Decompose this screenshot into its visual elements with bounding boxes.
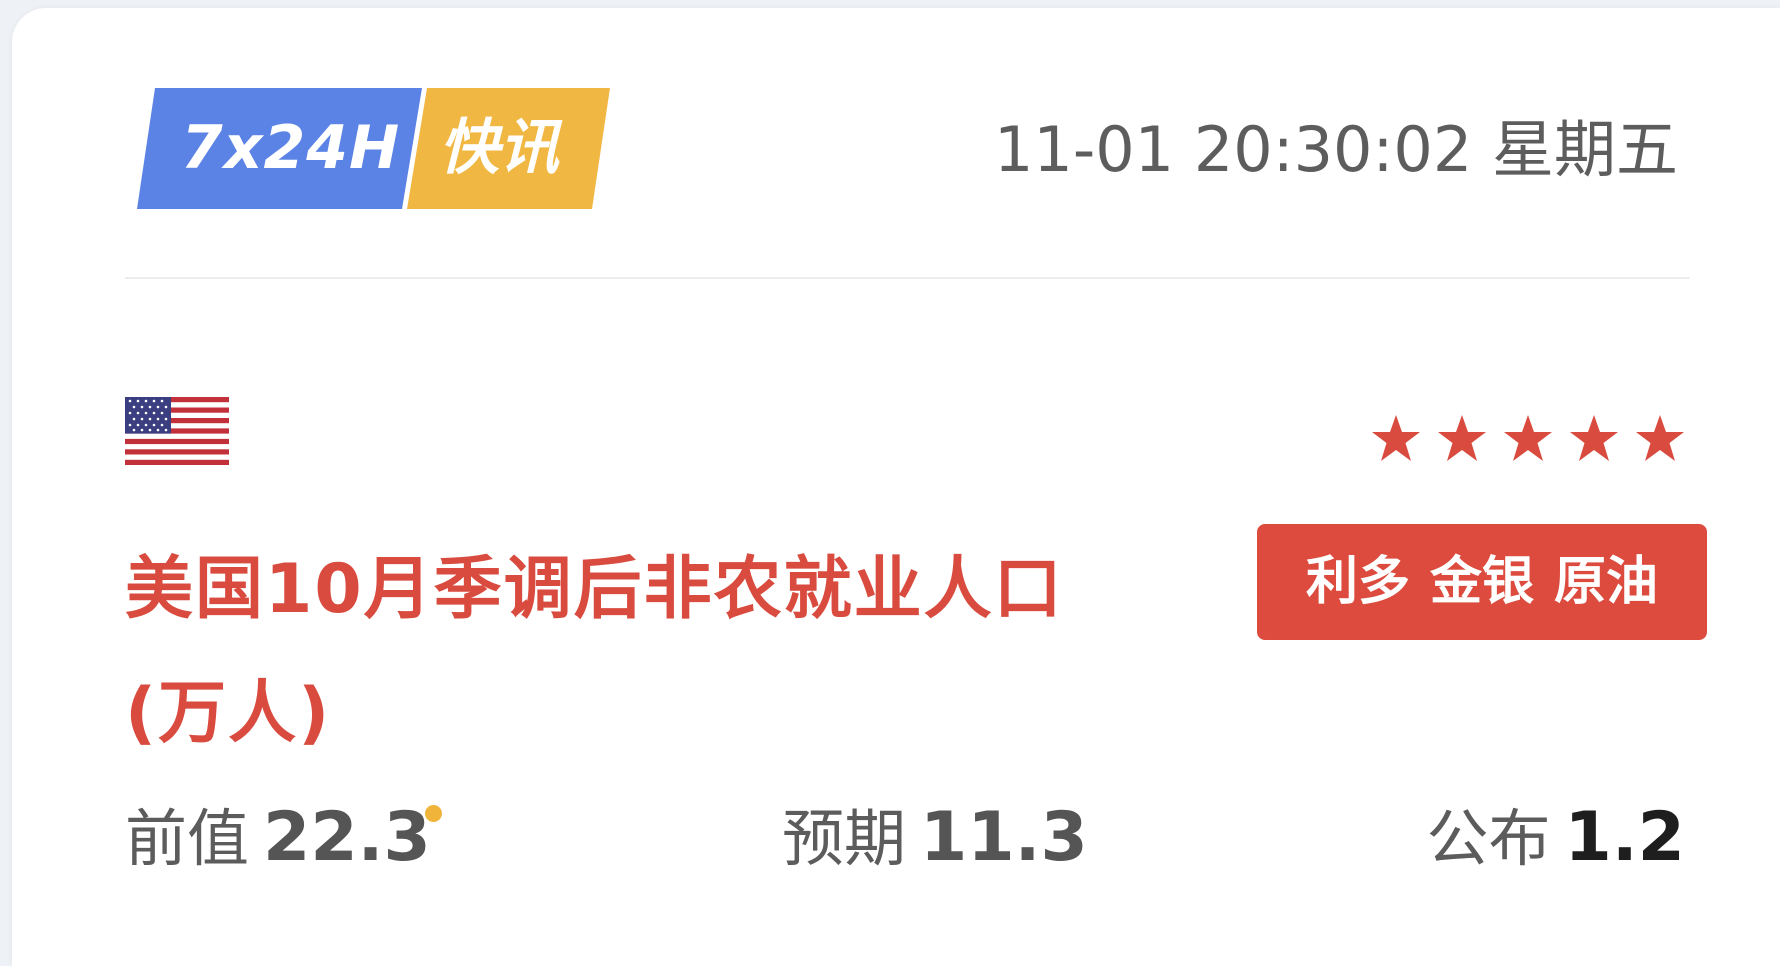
badge-flash-label: 快讯 <box>439 113 559 183</box>
us-flag-icon <box>125 397 229 465</box>
news-card[interactable]: 7x24H 快讯 11-01 20:30:02 星期五 美国10月季调后非农就业… <box>12 8 1780 966</box>
star-icon <box>1504 415 1552 461</box>
importance-stars <box>1371 414 1685 462</box>
flash-news-badge: 7x24H 快讯 <box>137 88 610 209</box>
previous-label: 前值 <box>125 802 250 875</box>
impact-tag[interactable]: 利多 金银 原油 <box>1257 524 1707 640</box>
star-icon <box>1438 415 1486 461</box>
divider <box>125 277 1690 279</box>
asset-label: 原油 <box>1554 552 1659 612</box>
star-icon <box>1372 415 1420 461</box>
expected-stat: 预期 11.3 <box>782 788 1088 905</box>
published-label: 公布 <box>1426 802 1551 875</box>
revised-dot-icon <box>425 805 442 822</box>
previous-stat: 前值 22.3 <box>125 788 431 905</box>
expected-label: 预期 <box>782 802 907 875</box>
expected-value: 11.3 <box>920 798 1088 877</box>
published-value: 1.2 <box>1564 798 1685 877</box>
star-icon <box>1570 415 1618 461</box>
previous-value: 22.3 <box>263 798 431 877</box>
timestamp: 11-01 20:30:02 星期五 <box>993 113 1678 186</box>
asset-label: 金银 <box>1429 552 1534 612</box>
published-stat: 公布 1.2 <box>1427 788 1685 905</box>
news-title[interactable]: 美国10月季调后非农就业人口(万人) <box>125 528 1165 776</box>
impact-label: 利多 <box>1305 552 1410 612</box>
badge-7x24h-label: 7x24H <box>181 113 401 183</box>
star-icon <box>1636 415 1684 461</box>
